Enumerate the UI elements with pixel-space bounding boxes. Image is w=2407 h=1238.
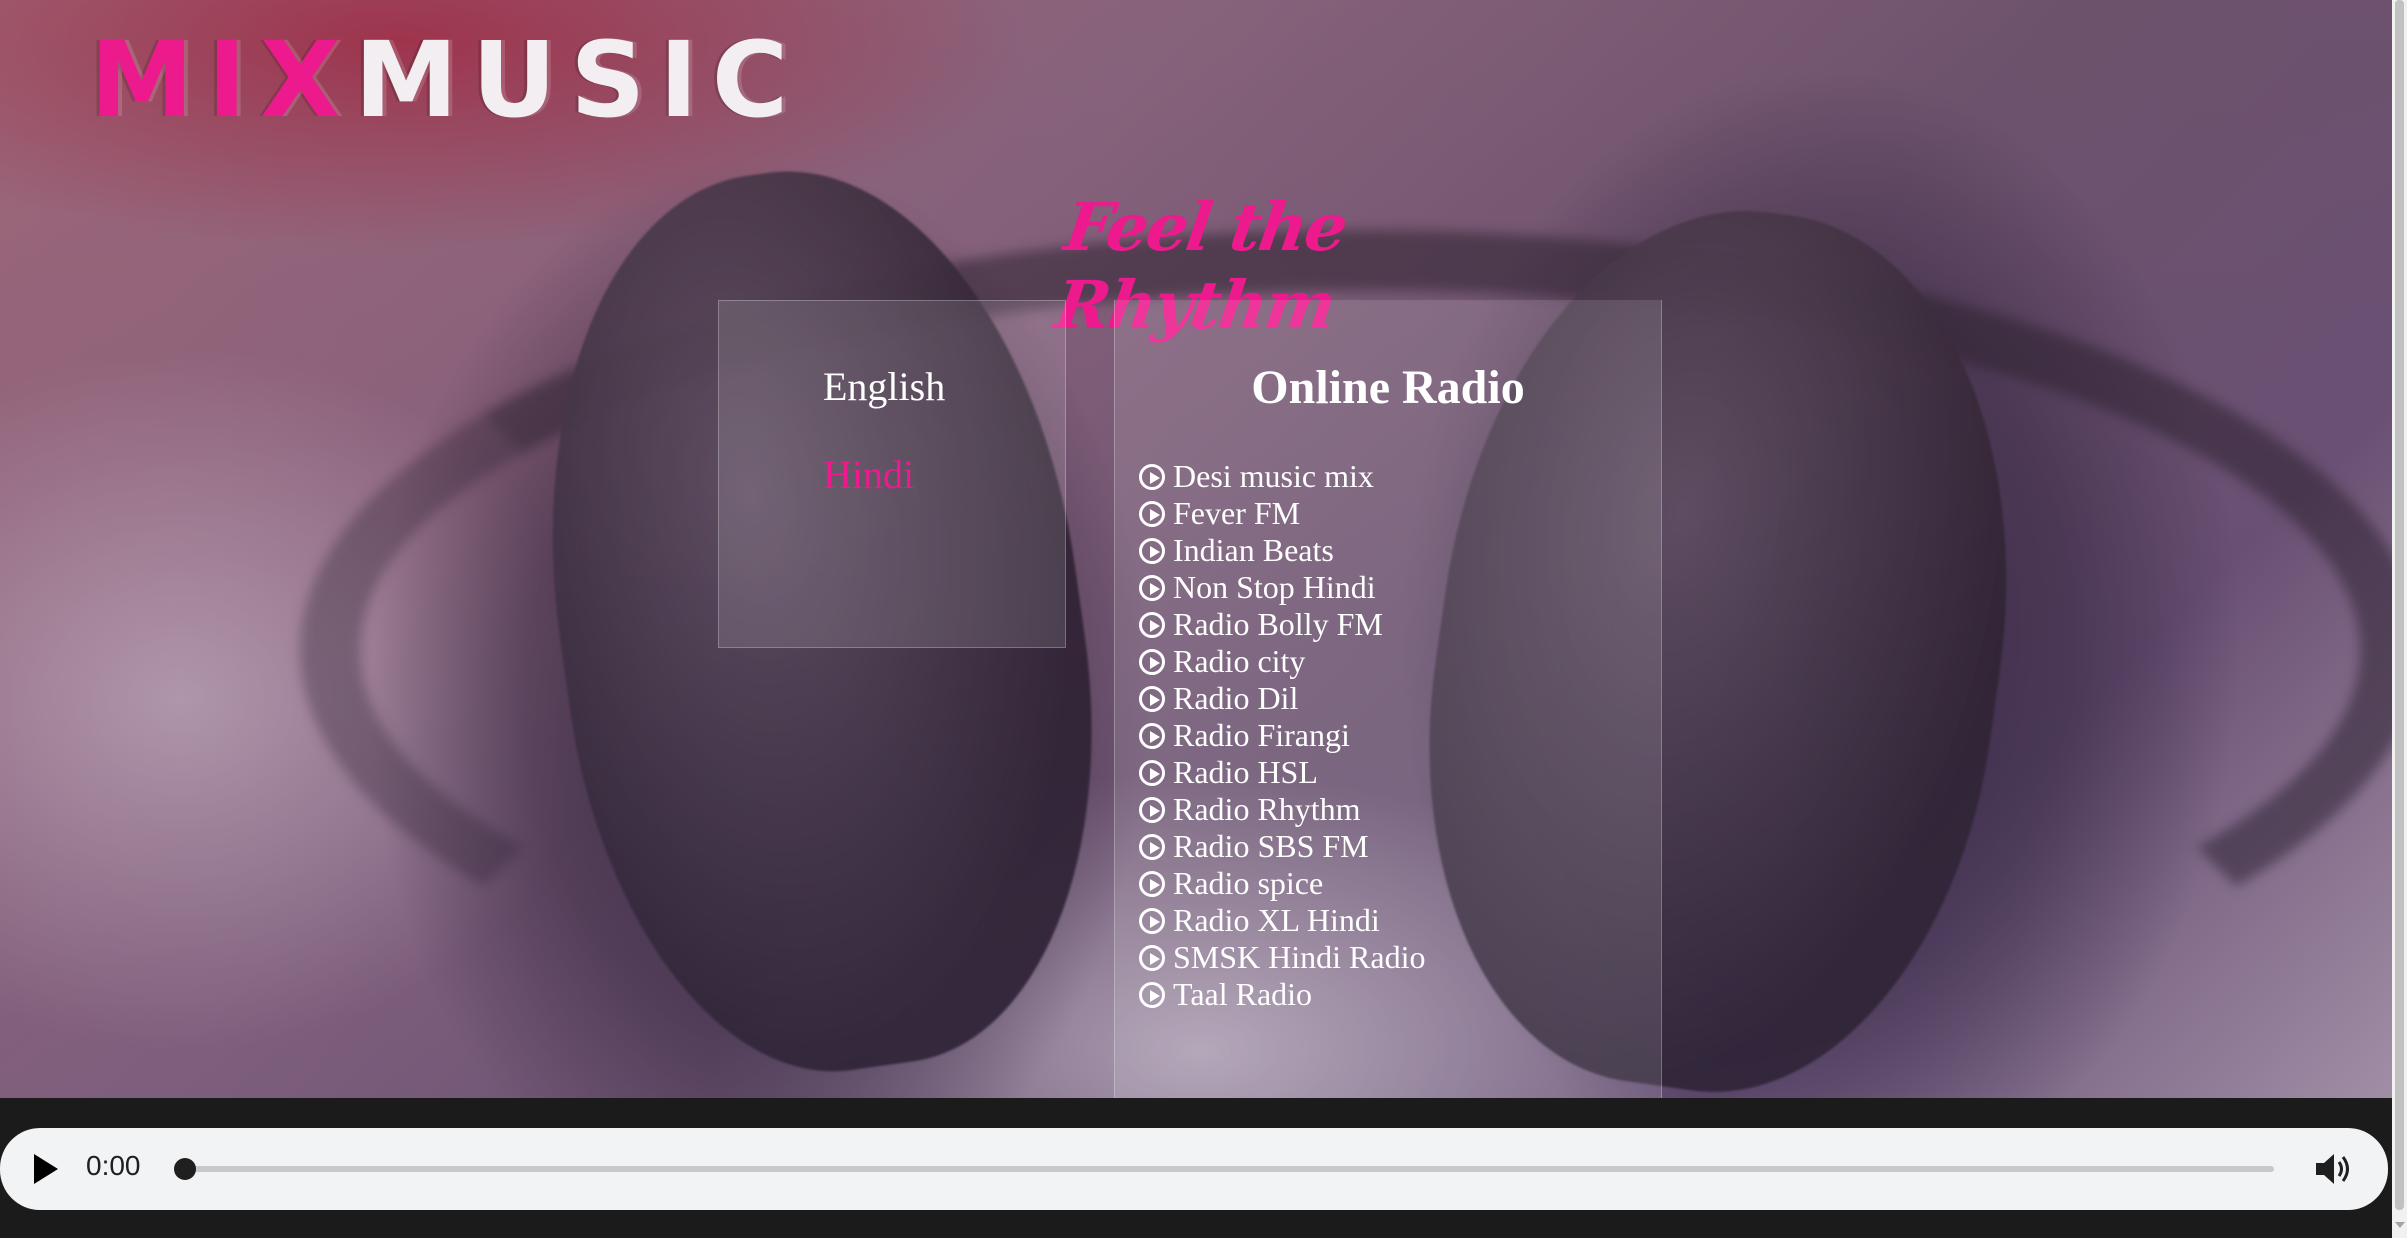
play-circle-icon xyxy=(1139,500,1165,527)
station-label: Radio city xyxy=(1173,643,1306,679)
station-label: Radio SBS FM xyxy=(1173,828,1369,864)
station-label: Fever FM xyxy=(1173,495,1301,531)
station-item[interactable]: Radio XL Hindi xyxy=(1139,902,1425,939)
play-circle-icon xyxy=(1139,759,1165,786)
station-label: Radio Bolly FM xyxy=(1173,606,1383,642)
play-circle-icon xyxy=(1139,907,1165,934)
play-circle-icon xyxy=(1139,870,1165,897)
play-circle-icon xyxy=(1139,796,1165,823)
station-item[interactable]: Radio city xyxy=(1139,643,1425,680)
station-label: Radio Dil xyxy=(1173,680,1299,716)
station-item[interactable]: Indian Beats xyxy=(1139,532,1425,569)
station-label: Radio Firangi xyxy=(1173,717,1350,753)
station-item[interactable]: Non Stop Hindi xyxy=(1139,569,1425,606)
station-label: Desi music mix xyxy=(1173,458,1374,494)
station-item[interactable]: Taal Radio xyxy=(1139,976,1425,1013)
site-logo[interactable]: MIXMUSIC xyxy=(90,28,802,132)
station-label: Radio spice xyxy=(1173,865,1324,901)
background-image: MIXMUSIC Feel the Rhythm English Hindi O… xyxy=(0,0,2392,1098)
play-circle-icon xyxy=(1139,833,1165,860)
language-hindi[interactable]: Hindi xyxy=(823,451,914,498)
station-label: Radio HSL xyxy=(1173,754,1318,790)
logo-mix: MIX xyxy=(90,19,355,141)
play-circle-icon xyxy=(1139,685,1165,712)
play-circle-icon xyxy=(1139,981,1165,1008)
play-circle-icon xyxy=(1139,722,1165,749)
station-item[interactable]: Radio HSL xyxy=(1139,754,1425,791)
station-label: Taal Radio xyxy=(1173,976,1313,1012)
progress-bar[interactable] xyxy=(174,1158,2274,1180)
station-label: Radio Rhythm xyxy=(1173,791,1361,827)
language-panel: English Hindi xyxy=(718,300,1066,648)
play-circle-icon xyxy=(1139,648,1165,675)
station-item[interactable]: Desi music mix xyxy=(1139,458,1425,495)
station-item[interactable]: Radio SBS FM xyxy=(1139,828,1425,865)
station-label: Radio XL Hindi xyxy=(1173,902,1380,938)
language-english[interactable]: English xyxy=(823,363,945,410)
station-item[interactable]: Radio Rhythm xyxy=(1139,791,1425,828)
play-circle-icon xyxy=(1139,944,1165,971)
station-item[interactable]: Radio Firangi xyxy=(1139,717,1425,754)
scrollbar-thumb[interactable] xyxy=(2395,0,2404,1210)
station-item[interactable]: SMSK Hindi Radio xyxy=(1139,939,1425,976)
play-circle-icon xyxy=(1139,574,1165,601)
station-item[interactable]: Radio Bolly FM xyxy=(1139,606,1425,643)
logo-music: MUSIC xyxy=(354,19,803,141)
play-circle-icon xyxy=(1139,463,1165,490)
station-item[interactable]: Radio spice xyxy=(1139,865,1425,902)
station-item[interactable]: Fever FM xyxy=(1139,495,1425,532)
radio-panel: Online Radio Desi music mix Fever FM India… xyxy=(1114,300,1662,1098)
station-item[interactable]: Radio Dil xyxy=(1139,680,1425,717)
current-time: 0:00 xyxy=(86,1150,141,1181)
station-label: Indian Beats xyxy=(1173,532,1334,568)
play-circle-icon xyxy=(1139,537,1165,564)
station-label: SMSK Hindi Radio xyxy=(1173,939,1426,975)
page-scrollbar[interactable] xyxy=(2392,0,2407,1238)
station-label: Non Stop Hindi xyxy=(1173,569,1376,605)
play-circle-icon xyxy=(1139,611,1165,638)
play-icon[interactable] xyxy=(34,1154,58,1184)
radio-title: Online Radio xyxy=(1251,361,1525,414)
progress-thumb[interactable] xyxy=(174,1158,196,1180)
audio-player: 0:00 xyxy=(0,1128,2388,1210)
scroll-down-arrow-icon[interactable] xyxy=(2395,1222,2405,1228)
station-list: Desi music mix Fever FM Indian Beats Non St… xyxy=(1139,458,1425,1013)
volume-icon[interactable] xyxy=(2314,1150,2356,1188)
